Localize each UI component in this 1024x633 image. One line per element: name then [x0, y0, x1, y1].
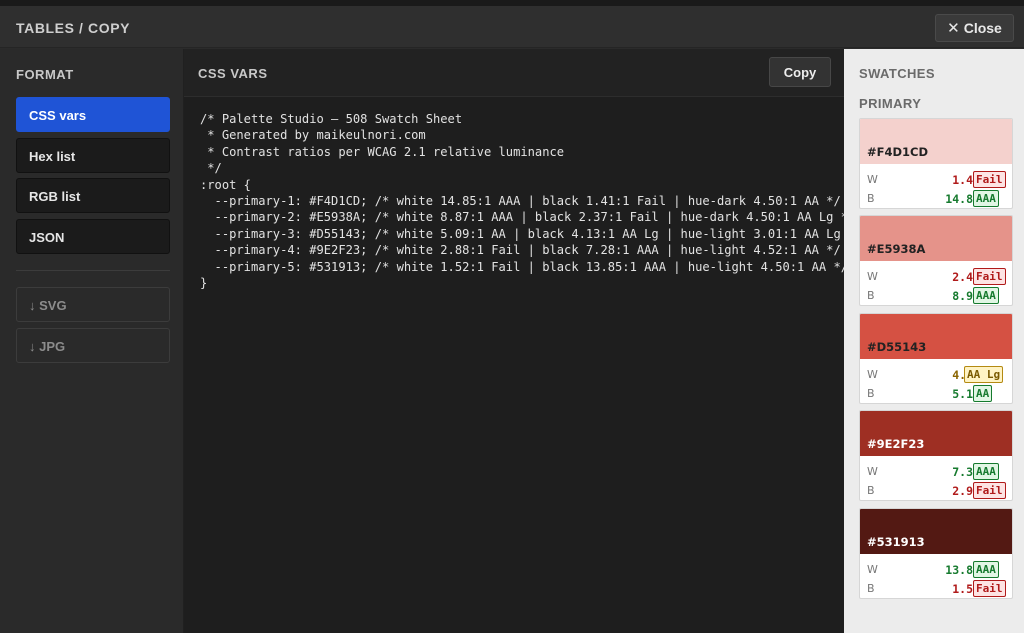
contrast-black-value: 14.8	[945, 192, 973, 206]
contrast-white-row: W 2.4 Fail	[867, 268, 1007, 286]
contrast-white-value: 1.4	[952, 173, 973, 187]
sidebar-divider	[16, 270, 170, 271]
format-heading: FORMAT	[16, 67, 74, 82]
dialog-title: TABLES / COPY	[16, 20, 131, 36]
contrast-white-label: W	[867, 270, 878, 283]
swatch-hex: #531913	[867, 535, 925, 549]
contrast-black-label: B	[867, 387, 875, 400]
swatches-panel: SWATCHES PRIMARY #F4D1CD W 1.4 Fail B 14.8 AAA…	[844, 49, 1024, 633]
swatch-card[interactable]: #F4D1CD W 1.4 Fail B 14.8 AAA	[859, 118, 1013, 209]
contrast-black-badge: Fail	[973, 482, 1006, 499]
contrast-white-label: W	[867, 173, 878, 186]
contrast-white-row: W 4.1 AA Lg	[867, 366, 1007, 384]
swatch-group-heading: PRIMARY	[859, 96, 922, 111]
contrast-white-row: W 1.4 Fail	[867, 171, 1007, 189]
swatch-card[interactable]: #9E2F23 W 7.3 AAA B 2.9 Fail	[859, 410, 1013, 501]
contrast-white-value: 2.4	[952, 270, 973, 284]
contrast-black-value: 1.5	[952, 582, 973, 596]
contrast-white-badge: Fail	[973, 268, 1006, 285]
code-panel-heading: CSS VARS	[198, 66, 268, 81]
swatch-hex: #D55143	[867, 340, 927, 354]
contrast-white-label: W	[867, 465, 878, 478]
format-sidebar: FORMAT CSS vars Hex list RGB list JSON ↓…	[0, 49, 184, 633]
format-json-button[interactable]: JSON	[16, 219, 170, 254]
contrast-black-value: 5.1	[952, 387, 973, 401]
contrast-black-row: B 8.9 AAA	[867, 287, 1007, 305]
contrast-white-label: W	[867, 368, 878, 381]
code-panel: CSS VARS Copy /* Palette Studio — 508 Sw…	[184, 49, 844, 633]
contrast-white-label: W	[867, 563, 878, 576]
swatch-card[interactable]: #E5938A W 2.4 Fail B 8.9 AAA	[859, 215, 1013, 306]
copy-button[interactable]: Copy	[769, 57, 831, 87]
swatch-hex: #9E2F23	[867, 437, 925, 451]
close-label: Close	[963, 20, 1002, 36]
code-output[interactable]: /* Palette Studio — 508 Swatch Sheet * G…	[200, 111, 844, 611]
format-css-vars-button[interactable]: CSS vars	[16, 97, 170, 132]
swatch-hex: #E5938A	[867, 242, 926, 256]
swatch-hex: #F4D1CD	[867, 145, 929, 159]
contrast-white-value: 13.8	[945, 563, 973, 577]
contrast-black-row: B 1.5 Fail	[867, 580, 1007, 598]
contrast-black-label: B	[867, 192, 875, 205]
contrast-white-value: 7.3	[952, 465, 973, 479]
contrast-black-badge: AAA	[973, 190, 999, 207]
contrast-white-row: W 13.8 AAA	[867, 561, 1007, 579]
close-icon: ✕	[947, 20, 960, 37]
contrast-white-row: W 7.3 AAA	[867, 463, 1007, 481]
format-hex-list-button[interactable]: Hex list	[16, 138, 170, 173]
download-svg-button[interactable]: ↓ SVG	[16, 287, 170, 322]
contrast-white-badge: AA Lg	[964, 366, 1004, 383]
dialog-header: TABLES / COPY ✕ Close	[0, 6, 1024, 48]
contrast-black-value: 2.9	[952, 484, 973, 498]
contrast-black-row: B 5.1 AA	[867, 385, 1007, 403]
code-panel-header: CSS VARS Copy	[184, 49, 844, 97]
contrast-black-label: B	[867, 289, 875, 302]
contrast-black-row: B 2.9 Fail	[867, 482, 1007, 500]
format-rgb-list-button[interactable]: RGB list	[16, 178, 170, 213]
contrast-white-badge: Fail	[973, 171, 1006, 188]
swatches-heading: SWATCHES	[859, 66, 935, 81]
close-button[interactable]: ✕ Close	[935, 14, 1014, 42]
contrast-black-label: B	[867, 582, 875, 595]
contrast-white-badge: AAA	[973, 463, 999, 480]
swatch-card[interactable]: #D55143 W 4.1 AA Lg B 5.1 AA	[859, 313, 1013, 404]
contrast-white-badge: AAA	[973, 561, 999, 578]
contrast-black-badge: Fail	[973, 580, 1006, 597]
swatch-card[interactable]: #531913 W 13.8 AAA B 1.5 Fail	[859, 508, 1013, 599]
contrast-black-row: B 14.8 AAA	[867, 190, 1007, 208]
contrast-black-label: B	[867, 484, 875, 497]
contrast-black-badge: AA	[973, 385, 993, 402]
download-jpg-button[interactable]: ↓ JPG	[16, 328, 170, 363]
contrast-black-value: 8.9	[952, 289, 973, 303]
contrast-black-badge: AAA	[973, 287, 999, 304]
